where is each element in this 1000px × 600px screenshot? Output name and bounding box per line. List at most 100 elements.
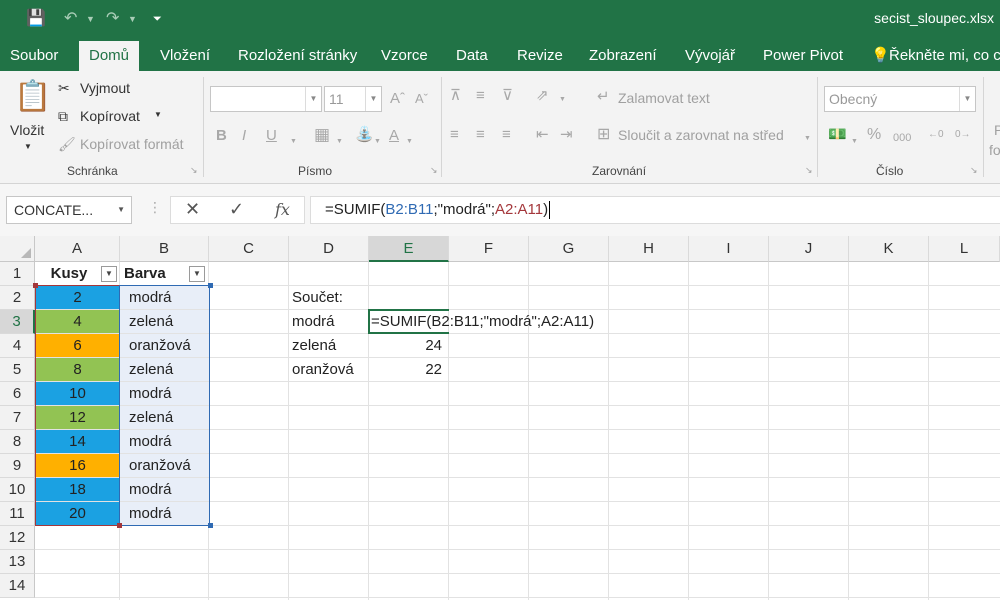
format-painter-icon[interactable]: 🖌 [58, 136, 76, 153]
cut-button[interactable]: Vyjmout [80, 80, 130, 96]
insert-function-icon[interactable]: fx [275, 200, 290, 219]
decrease-font-icon[interactable]: Aˇ [415, 90, 428, 108]
row-header-12[interactable]: 12 [0, 526, 35, 550]
row-header-8[interactable]: 8 [0, 430, 35, 454]
accounting-format-icon[interactable]: 💵 [828, 126, 847, 144]
decrease-indent-icon[interactable]: ⇤ [536, 126, 549, 144]
summary-label[interactable]: zelená [292, 334, 369, 358]
table-cell-kusy[interactable]: 16 [36, 454, 119, 477]
borders-dropdown-icon[interactable]: ▼ [336, 133, 343, 151]
formula-input[interactable]: =SUMIF(B2:B11;"modrá";A2:A11) [310, 196, 1000, 224]
tab-data[interactable]: Data [456, 41, 488, 71]
copy-button[interactable]: Kopírovat [80, 108, 140, 124]
tab-power-pivot[interactable]: Power Pivot [763, 41, 843, 71]
spreadsheet-grid[interactable]: ABCDEFGHIJKL 1 2 3 4 5 6 7 8 9 10 11 12 13 14 Kusy Bar… [0, 236, 1000, 600]
clipboard-launcher-icon[interactable]: ↘ [190, 165, 198, 176]
row-header-5[interactable]: 5 [0, 358, 35, 382]
column-header-h[interactable]: H [609, 236, 689, 262]
column-header-i[interactable]: I [689, 236, 769, 262]
row-header-1[interactable]: 1 [0, 262, 35, 286]
summary-value[interactable]: 22 [369, 358, 445, 382]
table-cell-barva[interactable]: oranžová [120, 334, 209, 357]
table-cell-barva[interactable]: modrá [120, 430, 209, 453]
column-header-d[interactable]: D [289, 236, 369, 262]
merge-dropdown-icon[interactable]: ▼ [804, 130, 811, 148]
row-header-2[interactable]: 2 [0, 286, 35, 310]
decrease-decimal-icon[interactable]: 0→ [955, 126, 971, 144]
tab-domu[interactable]: Domů [79, 41, 140, 71]
row-header-14[interactable]: 14 [0, 574, 35, 598]
table-cell-barva[interactable]: zelená [120, 358, 209, 381]
styles-cut-label-2[interactable]: fo [989, 142, 1000, 158]
column-header-j[interactable]: J [769, 236, 849, 262]
styles-cut-label[interactable]: P [994, 122, 1000, 138]
table-cell-kusy[interactable]: 6 [36, 334, 119, 357]
wrap-text-button[interactable]: Zalamovat text [618, 90, 710, 106]
table-cell-kusy[interactable]: 20 [36, 502, 119, 525]
row-header-11[interactable]: 11 [0, 502, 35, 526]
range-handle[interactable] [33, 283, 38, 288]
format-painter-button[interactable]: Kopírovat formát [80, 136, 184, 152]
copy-icon[interactable]: ⧉ [58, 108, 68, 125]
column-header-k[interactable]: K [849, 236, 929, 262]
table-cell-kusy[interactable]: 8 [36, 358, 119, 381]
tell-me-search[interactable]: Řekněte mi, co c [889, 41, 1000, 71]
italic-icon[interactable]: I [242, 127, 246, 145]
increase-font-icon[interactable]: Aˆ [390, 90, 405, 108]
font-color-icon[interactable]: A [389, 127, 399, 145]
summary-value-formula[interactable]: =SUMIF(B2:B11;"modrá";A2:A11) [370, 310, 770, 334]
table-cell-kusy[interactable]: 12 [36, 406, 119, 429]
fill-dropdown-icon[interactable]: ▼ [374, 133, 381, 151]
font-size-combo[interactable]: 11 ▼ [324, 86, 382, 112]
undo-dropdown-icon[interactable]: ▼ [86, 9, 95, 29]
tab-revize[interactable]: Revize [517, 41, 563, 71]
number-launcher-icon[interactable]: ↘ [970, 165, 978, 176]
redo-icon[interactable]: ↷ [106, 9, 119, 29]
align-middle-icon[interactable]: ≡ [476, 87, 485, 105]
table-cell-kusy[interactable]: 4 [36, 310, 119, 333]
table-cell-barva[interactable]: modrá [120, 286, 209, 309]
column-header-b[interactable]: B [120, 236, 209, 262]
align-center-icon[interactable]: ≡ [476, 126, 485, 144]
tab-soubor[interactable]: Soubor [10, 41, 58, 71]
wrap-text-icon[interactable]: ↵ [597, 88, 610, 106]
cut-icon[interactable]: ✂ [58, 80, 70, 97]
row-header-3[interactable]: 3 [0, 310, 35, 334]
orientation-dropdown-icon[interactable]: ▼ [559, 91, 566, 109]
tab-vlozeni[interactable]: Vložení [160, 41, 210, 71]
range-handle[interactable] [117, 523, 122, 528]
column-header-e[interactable]: E [369, 236, 449, 262]
table-cell-barva[interactable]: modrá [120, 382, 209, 405]
column-header-a[interactable]: A [35, 236, 120, 262]
summary-title[interactable]: Součet: [292, 286, 370, 310]
copy-dropdown-icon[interactable]: ▼ [154, 110, 162, 119]
table-cell-barva[interactable]: oranžová [120, 454, 209, 477]
tab-zobrazeni[interactable]: Zobrazení [589, 41, 657, 71]
tab-rozlozeni-stranky[interactable]: Rozložení stránky [238, 41, 357, 71]
increase-indent-icon[interactable]: ⇥ [560, 126, 573, 144]
column-header-l[interactable]: L [929, 236, 1000, 262]
tab-vyvojar[interactable]: Vývojář [685, 41, 735, 71]
paste-button[interactable]: Vložit [10, 122, 44, 138]
table-cell-kusy[interactable]: 18 [36, 478, 119, 501]
table-cell-kusy[interactable]: 2 [36, 286, 119, 309]
font-launcher-icon[interactable]: ↘ [430, 165, 438, 176]
merge-center-button[interactable]: Sloučit a zarovnat na střed [618, 127, 784, 143]
table-cell-barva[interactable]: modrá [120, 502, 209, 525]
percent-icon[interactable]: % [867, 126, 881, 144]
customize-toolbar-icon[interactable]: ⏷ [153, 9, 162, 29]
column-header-c[interactable]: C [209, 236, 289, 262]
paste-icon[interactable]: 📋 [14, 79, 51, 114]
table-cell-kusy[interactable]: 10 [36, 382, 119, 405]
orientation-icon[interactable]: ⇗ [536, 87, 549, 105]
enter-icon[interactable]: ✓ [229, 199, 244, 220]
row-header-6[interactable]: 6 [0, 382, 35, 406]
row-header-13[interactable]: 13 [0, 550, 35, 574]
redo-dropdown-icon[interactable]: ▼ [128, 9, 137, 29]
summary-value[interactable]: 24 [369, 334, 445, 358]
number-format-combo[interactable]: Obecný ▼ [824, 86, 976, 112]
summary-label[interactable]: modrá [292, 310, 369, 334]
row-header-10[interactable]: 10 [0, 478, 35, 502]
save-icon[interactable]: 💾 [26, 9, 46, 29]
bold-icon[interactable]: B [216, 127, 227, 145]
